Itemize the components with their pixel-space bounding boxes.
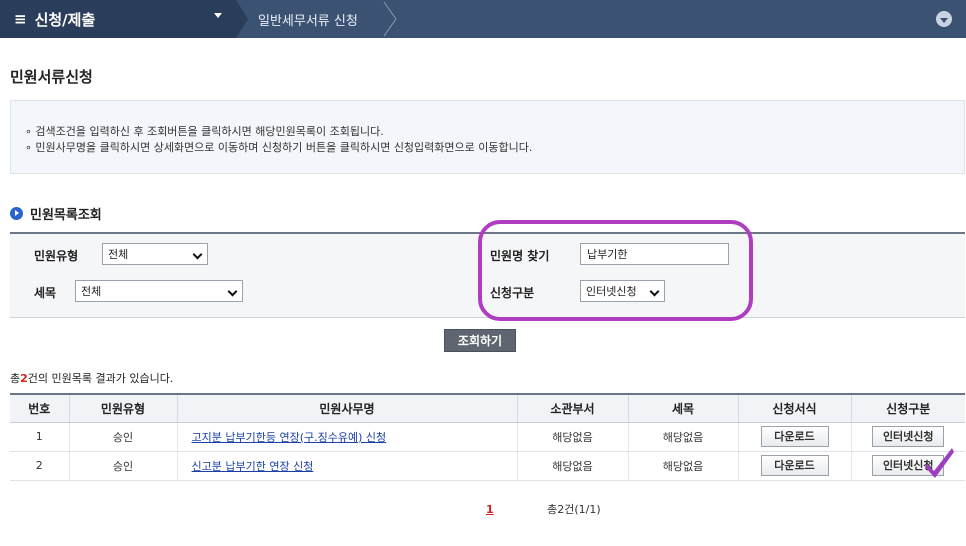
civil-name-link[interactable]: 고지분 납부기한등 연장(구.징수유예) 신청 — [192, 431, 387, 444]
col-header-apply: 신청구분 — [850, 393, 965, 423]
section-title: 민원목록조회 — [10, 204, 102, 223]
pagination-summary: 총2건(1/1) — [547, 503, 601, 516]
table-row: 2 승인 신고분 납부기한 연장 신청 해당없음 해당없음 다운로드 인터넷신청 — [10, 451, 965, 481]
tax-select[interactable]: 전체 — [75, 280, 243, 302]
table-row: 1 승인 고지분 납부기한등 연장(구.징수유예) 신청 해당없음 해당없음 다… — [10, 422, 965, 452]
col-header-name: 민원사무명 — [176, 393, 517, 423]
info-box: ∘ 검색조건을 입력하신 후 조회버튼을 클릭하시면 해당민원목록이 조회됩니다… — [10, 100, 965, 174]
breadcrumb-label: 일반세무서류 신청 — [258, 13, 358, 29]
type-select[interactable]: 전체 — [102, 243, 208, 265]
hamburger-icon: ≡ — [14, 10, 27, 28]
bullet-arrow-icon — [10, 207, 23, 220]
type-label: 민원유형 — [34, 249, 79, 263]
page-title: 민원서류신청 — [10, 68, 93, 86]
tax-label: 세목 — [34, 286, 57, 300]
chevron-down-icon — [192, 249, 203, 260]
result-count: 총2건의 민원목록 결과가 있습니다. — [10, 372, 174, 385]
download-button[interactable]: 다운로드 — [760, 455, 829, 476]
info-line-2: ∘ 민원사무명을 클릭하시면 상세화면으로 이동하며 신청하기 버튼을 클릭하시… — [25, 141, 533, 154]
top-nav-bar: ≡ 신청/제출 일반세무서류 신청 — [0, 0, 966, 38]
pagination: 1 총2건(1/1) — [486, 501, 601, 517]
breadcrumb-separator-icon — [383, 1, 397, 37]
col-header-dept: 소관부서 — [516, 393, 628, 423]
page-link-current[interactable]: 1 — [486, 503, 494, 516]
col-header-form: 신청서식 — [737, 393, 851, 423]
col-header-type: 민원유형 — [68, 393, 177, 423]
search-button[interactable]: 조회하기 — [444, 329, 516, 352]
col-header-no: 번호 — [10, 393, 69, 423]
menu-label: 신청/제출 — [34, 10, 96, 29]
civil-name-link[interactable]: 신고분 납부기한 연장 신청 — [192, 460, 314, 473]
highlight-annotation — [478, 220, 753, 321]
chevron-down-icon — [227, 286, 238, 297]
expand-circle-icon[interactable] — [936, 11, 952, 27]
caret-down-icon — [214, 13, 222, 18]
section-title-label: 민원목록조회 — [30, 208, 102, 223]
menu-dropdown[interactable]: ≡ 신청/제출 — [0, 0, 248, 38]
civil-list-table: 번호 민원유형 민원사무명 소관부서 세목 신청서식 신청구분 1 승인 고지분… — [10, 393, 965, 481]
col-header-tax: 세목 — [627, 393, 738, 423]
table-header: 번호 민원유형 민원사무명 소관부서 세목 신청서식 신청구분 — [10, 393, 965, 423]
checkmark-icon — [925, 448, 954, 478]
breadcrumb[interactable]: 일반세무서류 신청 — [236, 0, 382, 38]
download-button[interactable]: 다운로드 — [760, 426, 829, 447]
info-line-1: ∘ 검색조건을 입력하신 후 조회버튼을 클릭하시면 해당민원목록이 조회됩니다… — [25, 125, 384, 138]
